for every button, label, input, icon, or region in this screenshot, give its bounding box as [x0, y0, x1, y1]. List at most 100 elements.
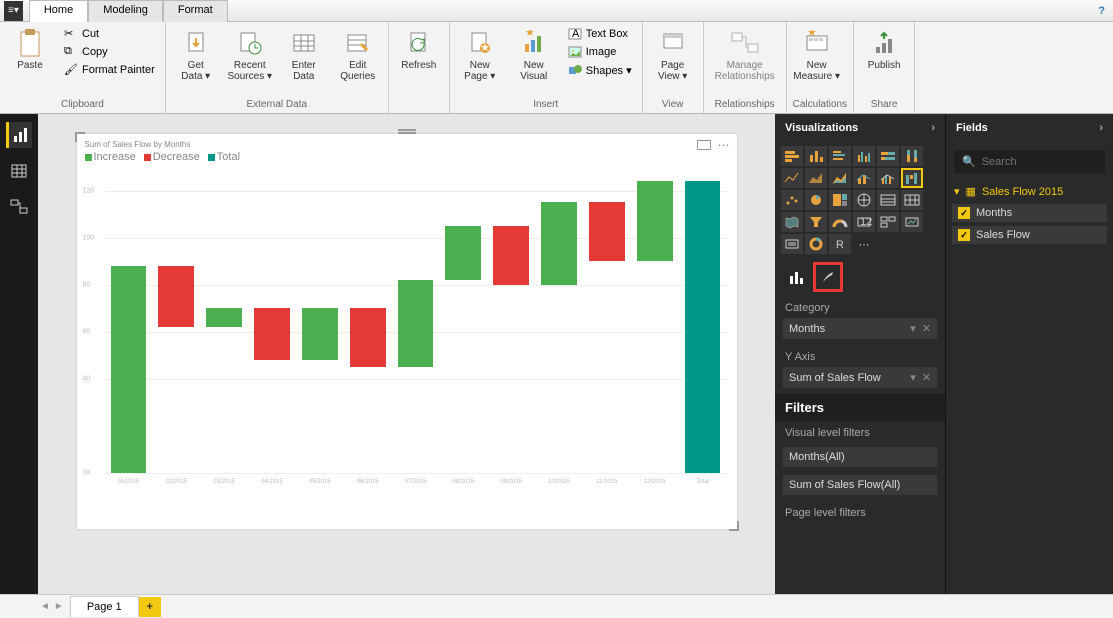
- viz-import-icon[interactable]: ⋯: [853, 234, 875, 254]
- text-box-button[interactable]: AText Box: [564, 26, 636, 42]
- checkbox-checked-icon[interactable]: ✓: [958, 229, 970, 241]
- fields-header[interactable]: Fields›: [946, 114, 1113, 142]
- enter-data-icon: [289, 28, 319, 58]
- get-data-button[interactable]: Get Data ▾: [172, 26, 220, 84]
- page-tab-1[interactable]: Page 1: [70, 596, 139, 617]
- viz-stacked-bar[interactable]: [781, 146, 803, 166]
- quick-access-toolbar[interactable]: ≡▾: [4, 1, 23, 21]
- drag-handle-icon[interactable]: [392, 129, 422, 134]
- publish-icon: [869, 28, 899, 58]
- group-calc-label: Calculations: [793, 98, 847, 111]
- add-page-button[interactable]: +: [139, 597, 161, 617]
- viz-funnel[interactable]: [805, 212, 827, 232]
- new-measure-button[interactable]: ★New Measure ▾: [793, 26, 841, 84]
- manage-relationships-button[interactable]: Manage Relationships: [710, 26, 780, 84]
- viz-filled-map[interactable]: [781, 212, 803, 232]
- refresh-button[interactable]: Refresh: [395, 26, 443, 73]
- copy-button[interactable]: ⧉Copy: [60, 44, 159, 60]
- edit-queries-button[interactable]: Edit Queries: [334, 26, 382, 84]
- field-sales-flow[interactable]: ✓Sales Flow: [952, 226, 1107, 244]
- chevron-down-icon[interactable]: ▾: [910, 322, 916, 335]
- ribbon-tabs: Home Modeling Format: [29, 0, 228, 22]
- fields-search[interactable]: 🔍: [954, 150, 1105, 173]
- group-extdata-label: External Data: [172, 98, 382, 111]
- prev-page-icon[interactable]: ◄: [40, 601, 50, 612]
- new-page-button[interactable]: ★New Page ▾: [456, 26, 504, 84]
- tab-format[interactable]: Format: [163, 0, 228, 22]
- scissors-icon: ✂: [64, 27, 78, 41]
- visual-level-filters-label: Visual level filters: [775, 421, 945, 445]
- chart-legend: Increase Decrease Total: [77, 151, 737, 167]
- viz-scatter[interactable]: [781, 190, 803, 210]
- viz-clustered-bar[interactable]: [829, 146, 851, 166]
- viz-line[interactable]: [781, 168, 803, 188]
- model-view-icon[interactable]: [6, 194, 32, 220]
- viz-map[interactable]: [853, 190, 875, 210]
- viz-r[interactable]: R: [829, 234, 851, 254]
- viz-donut[interactable]: [805, 234, 827, 254]
- page-view-button[interactable]: Page View ▾: [649, 26, 697, 84]
- svg-text:R: R: [836, 239, 844, 251]
- format-tab-icon[interactable]: [815, 264, 841, 290]
- report-canvas[interactable]: ⋯ Sum of Sales Flow by Months Increase D…: [77, 134, 737, 529]
- viz-card[interactable]: 123: [853, 212, 875, 232]
- group-insert-label: Insert: [456, 98, 636, 111]
- new-visual-button[interactable]: ★New Visual: [510, 26, 558, 84]
- image-icon: [568, 45, 582, 59]
- viz-combo2[interactable]: [877, 168, 899, 188]
- recent-sources-button[interactable]: Recent Sources ▾: [226, 26, 274, 84]
- checkbox-checked-icon[interactable]: ✓: [958, 207, 970, 219]
- viz-multi-card[interactable]: [877, 212, 899, 232]
- brush-icon: 🖌: [64, 63, 78, 77]
- shapes-button[interactable]: Shapes ▾: [564, 62, 636, 78]
- viz-treemap[interactable]: [829, 190, 851, 210]
- enter-data-button[interactable]: Enter Data: [280, 26, 328, 84]
- category-label: Category: [775, 296, 945, 316]
- more-options-icon[interactable]: ⋯: [718, 138, 731, 152]
- publish-button[interactable]: Publish: [860, 26, 908, 73]
- focus-mode-icon[interactable]: [697, 140, 711, 150]
- visualizations-header[interactable]: Visualizations›: [775, 114, 945, 142]
- yaxis-well[interactable]: Sum of Sales Flow▾✕: [783, 367, 937, 388]
- chevron-down-icon[interactable]: ▾: [910, 371, 916, 384]
- viz-kpi[interactable]: [901, 212, 923, 232]
- paste-button[interactable]: Paste: [6, 26, 54, 73]
- search-input[interactable]: [982, 156, 1113, 168]
- viz-slicer[interactable]: [781, 234, 803, 254]
- category-well[interactable]: Months▾✕: [783, 318, 937, 339]
- viz-100-bar[interactable]: [877, 146, 899, 166]
- cut-button[interactable]: ✂Cut: [60, 26, 159, 42]
- report-view-icon[interactable]: [6, 122, 32, 148]
- viz-combo1[interactable]: [853, 168, 875, 188]
- viz-100-column[interactable]: [901, 146, 923, 166]
- chart-body: 0K406080100120 01/201502/201503/201504/2…: [87, 167, 727, 487]
- field-months[interactable]: ✓Months: [952, 204, 1107, 222]
- data-view-icon[interactable]: [6, 158, 32, 184]
- help-icon[interactable]: ?: [1098, 5, 1105, 17]
- viz-table[interactable]: [877, 190, 899, 210]
- filter-salesflow[interactable]: Sum of Sales Flow(All): [783, 475, 937, 495]
- remove-icon[interactable]: ✕: [922, 371, 931, 384]
- viz-matrix[interactable]: [901, 190, 923, 210]
- ribbon: Paste ✂Cut ⧉Copy 🖌Format Painter Clipboa…: [0, 22, 1113, 114]
- title-bar: ≡▾ Home Modeling Format ?: [0, 0, 1113, 22]
- filter-months[interactable]: Months(All): [783, 447, 937, 467]
- viz-clustered-column[interactable]: [853, 146, 875, 166]
- svg-text:★: ★: [525, 30, 535, 39]
- viz-stacked-column[interactable]: [805, 146, 827, 166]
- remove-icon[interactable]: ✕: [922, 322, 931, 335]
- viz-gauge[interactable]: [829, 212, 851, 232]
- fields-tab-icon[interactable]: [783, 264, 809, 290]
- viz-pie[interactable]: [805, 190, 827, 210]
- canvas-area[interactable]: ⋯ Sum of Sales Flow by Months Increase D…: [38, 114, 775, 594]
- next-page-icon[interactable]: ►: [54, 601, 64, 612]
- format-painter-button[interactable]: 🖌Format Painter: [60, 62, 159, 78]
- viz-stacked-area[interactable]: [829, 168, 851, 188]
- tab-modeling[interactable]: Modeling: [88, 0, 163, 22]
- table-sales-flow[interactable]: ▾▦Sales Flow 2015: [946, 181, 1113, 202]
- image-button[interactable]: Image: [564, 44, 636, 60]
- viz-area[interactable]: [805, 168, 827, 188]
- viz-waterfall[interactable]: [901, 168, 923, 188]
- legend-decrease: Decrease: [144, 151, 200, 163]
- tab-home[interactable]: Home: [29, 0, 88, 22]
